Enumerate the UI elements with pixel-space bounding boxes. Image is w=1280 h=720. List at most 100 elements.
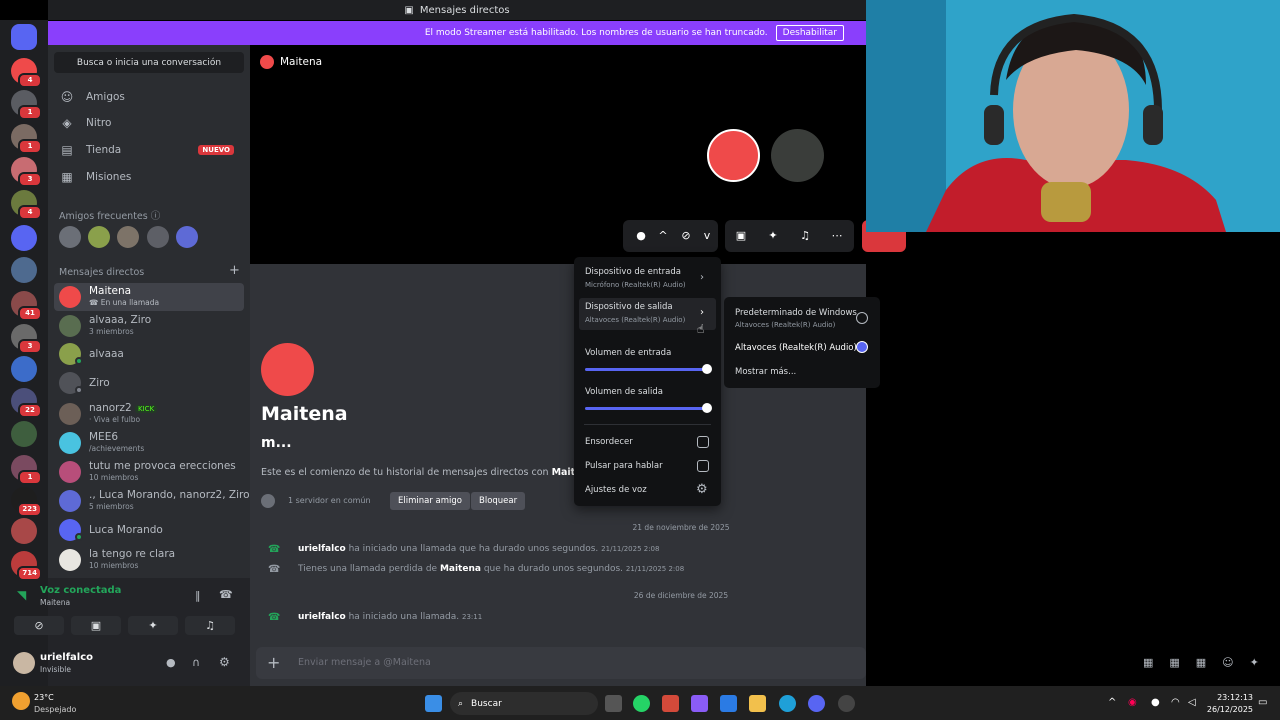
input-volume-knob[interactable]: [702, 364, 712, 374]
camera-off-button[interactable]: ⊘: [14, 616, 64, 635]
server-icon[interactable]: 1: [11, 455, 42, 485]
camera-off-icon[interactable]: ⊘: [678, 228, 694, 244]
push-to-talk-checkbox[interactable]: [697, 460, 709, 472]
unread-badge: 223: [17, 502, 42, 517]
deafen-checkbox[interactable]: [697, 436, 709, 448]
microphone-icon[interactable]: ●: [1151, 697, 1160, 708]
nav-quests[interactable]: ▦ Misiones: [54, 165, 244, 189]
server-icon[interactable]: 4: [11, 190, 42, 220]
noise-suppression-icon[interactable]: ‖: [195, 589, 201, 602]
activities-icon[interactable]: ✦: [765, 228, 781, 244]
notification-icon[interactable]: ▭: [1258, 697, 1267, 708]
windows-start-icon[interactable]: [425, 695, 442, 712]
screen-share-button[interactable]: ▣: [71, 616, 121, 635]
output-option[interactable]: Predeterminado de Windows: [735, 308, 857, 318]
server-icon[interactable]: 1: [11, 124, 42, 154]
output-volume-slider[interactable]: [585, 407, 707, 410]
dm-item[interactable]: MEE6/achievements: [54, 429, 244, 457]
microphone-icon[interactable]: ●: [166, 656, 176, 669]
radio-unselected[interactable]: [856, 312, 868, 324]
participant-avatar[interactable]: [707, 129, 760, 182]
dm-item[interactable]: alvaaa: [54, 340, 244, 368]
activities-button[interactable]: ✦: [128, 616, 178, 635]
settings-gear-icon[interactable]: ⚙: [219, 655, 230, 669]
create-dm-plus-icon[interactable]: +: [229, 263, 240, 278]
block-button[interactable]: Bloquear: [471, 492, 526, 510]
discord-taskbar-icon[interactable]: [808, 695, 825, 712]
chevron-up-icon[interactable]: ^: [1108, 697, 1116, 708]
whatsapp-icon[interactable]: [633, 695, 650, 712]
server-icon[interactable]: [11, 421, 37, 447]
friend-avatar[interactable]: [176, 226, 198, 248]
show-more-item[interactable]: Mostrar más...: [735, 367, 796, 377]
discord-home-icon[interactable]: [11, 24, 37, 50]
server-icon[interactable]: 714: [11, 551, 42, 581]
friend-avatar[interactable]: [88, 226, 110, 248]
message: Tienes una llamada perdida de Maitena qu…: [298, 564, 685, 574]
friend-avatar[interactable]: [59, 226, 81, 248]
nav-nitro[interactable]: ◈ Nitro: [54, 111, 244, 135]
weather-icon[interactable]: [12, 692, 30, 710]
store-icon[interactable]: [720, 695, 737, 712]
streamer-banner-text: El modo Streamer está habilitado. Los no…: [424, 28, 768, 38]
server-icon[interactable]: 41: [11, 291, 42, 321]
composer-tools-icon[interactable]: ▦▦▦☺✦: [1143, 656, 1275, 669]
server-icon[interactable]: [11, 225, 37, 251]
server-icon[interactable]: 3: [11, 324, 42, 354]
dm-item[interactable]: Luca Morando: [54, 516, 244, 544]
nav-shop[interactable]: ▤ Tienda NUEVO: [54, 138, 244, 162]
voice-settings-item[interactable]: Ajustes de voz: [585, 485, 647, 495]
dm-item[interactable]: Ziro: [54, 369, 244, 397]
radio-selected[interactable]: [856, 341, 868, 353]
app-icon[interactable]: [662, 695, 679, 712]
disable-streamer-button[interactable]: Deshabilitar: [775, 25, 844, 41]
server-icon[interactable]: 1: [11, 90, 42, 120]
chevron-down-icon[interactable]: v: [699, 228, 715, 244]
server-icon[interactable]: 3: [11, 157, 42, 187]
copilot-icon[interactable]: [691, 695, 708, 712]
app-icon[interactable]: [838, 695, 855, 712]
dm-item[interactable]: nanorz2 KICK · Viva el fulbo: [54, 400, 244, 428]
server-icon[interactable]: 223: [11, 487, 42, 517]
nav-friends[interactable]: ☺ Amigos: [54, 85, 244, 109]
output-volume-knob[interactable]: [702, 403, 712, 413]
dm-item[interactable]: Maitena ☎ En una llamada: [54, 283, 244, 311]
headphones-icon[interactable]: ∩: [192, 656, 200, 669]
microphone-icon[interactable]: ●: [633, 228, 649, 244]
search-input[interactable]: Busca o inicia una conversación: [54, 52, 244, 73]
tray-app-icon[interactable]: ◉: [1128, 697, 1137, 708]
edge-icon[interactable]: [779, 695, 796, 712]
screen-share-icon[interactable]: ▣: [733, 228, 749, 244]
volume-icon[interactable]: ◁: [1188, 697, 1196, 708]
more-icon[interactable]: ⋯: [829, 228, 845, 244]
dm-item[interactable]: alvaaa, Ziro 3 miembros: [54, 312, 244, 340]
dm-item[interactable]: ., Luca Morando, nanorz2, Ziro 5 miembros: [54, 487, 250, 515]
attach-plus-icon[interactable]: +: [267, 653, 280, 672]
server-icon[interactable]: [11, 356, 37, 382]
taskbar-search[interactable]: ⌕ Buscar: [450, 692, 598, 715]
participant-avatar[interactable]: [771, 129, 824, 182]
avatar[interactable]: [13, 652, 35, 674]
status-dot: [75, 357, 83, 365]
friend-avatar[interactable]: [117, 226, 139, 248]
server-icon[interactable]: [11, 518, 37, 544]
wifi-icon[interactable]: ◠: [1171, 697, 1180, 708]
chevron-up-icon[interactable]: ^: [655, 228, 671, 244]
server-icon[interactable]: 4: [11, 58, 42, 88]
task-view-icon[interactable]: [605, 695, 622, 712]
soundboard-icon[interactable]: ♫: [797, 228, 813, 244]
disconnect-icon[interactable]: ☎: [219, 588, 233, 601]
input-volume-slider[interactable]: [585, 368, 707, 371]
mutual-servers[interactable]: 1 servidor en común: [288, 496, 371, 505]
file-explorer-icon[interactable]: [749, 695, 766, 712]
dm-item[interactable]: la tengo re clara 10 miembros: [54, 546, 244, 574]
soundboard-button[interactable]: ♫: [185, 616, 235, 635]
friend-avatar[interactable]: [147, 226, 169, 248]
server-icon[interactable]: 22: [11, 388, 42, 418]
input-device-item[interactable]: Dispositivo de entrada: [585, 267, 681, 277]
output-option[interactable]: Altavoces (Realtek(R) Audio): [735, 343, 857, 353]
dm-item[interactable]: tutu me provoca erecciones 10 miembros: [54, 458, 244, 486]
remove-friend-button[interactable]: Eliminar amigo: [390, 492, 470, 510]
server-icon[interactable]: [11, 257, 37, 283]
output-device-item[interactable]: Dispositivo de salida: [585, 302, 673, 312]
